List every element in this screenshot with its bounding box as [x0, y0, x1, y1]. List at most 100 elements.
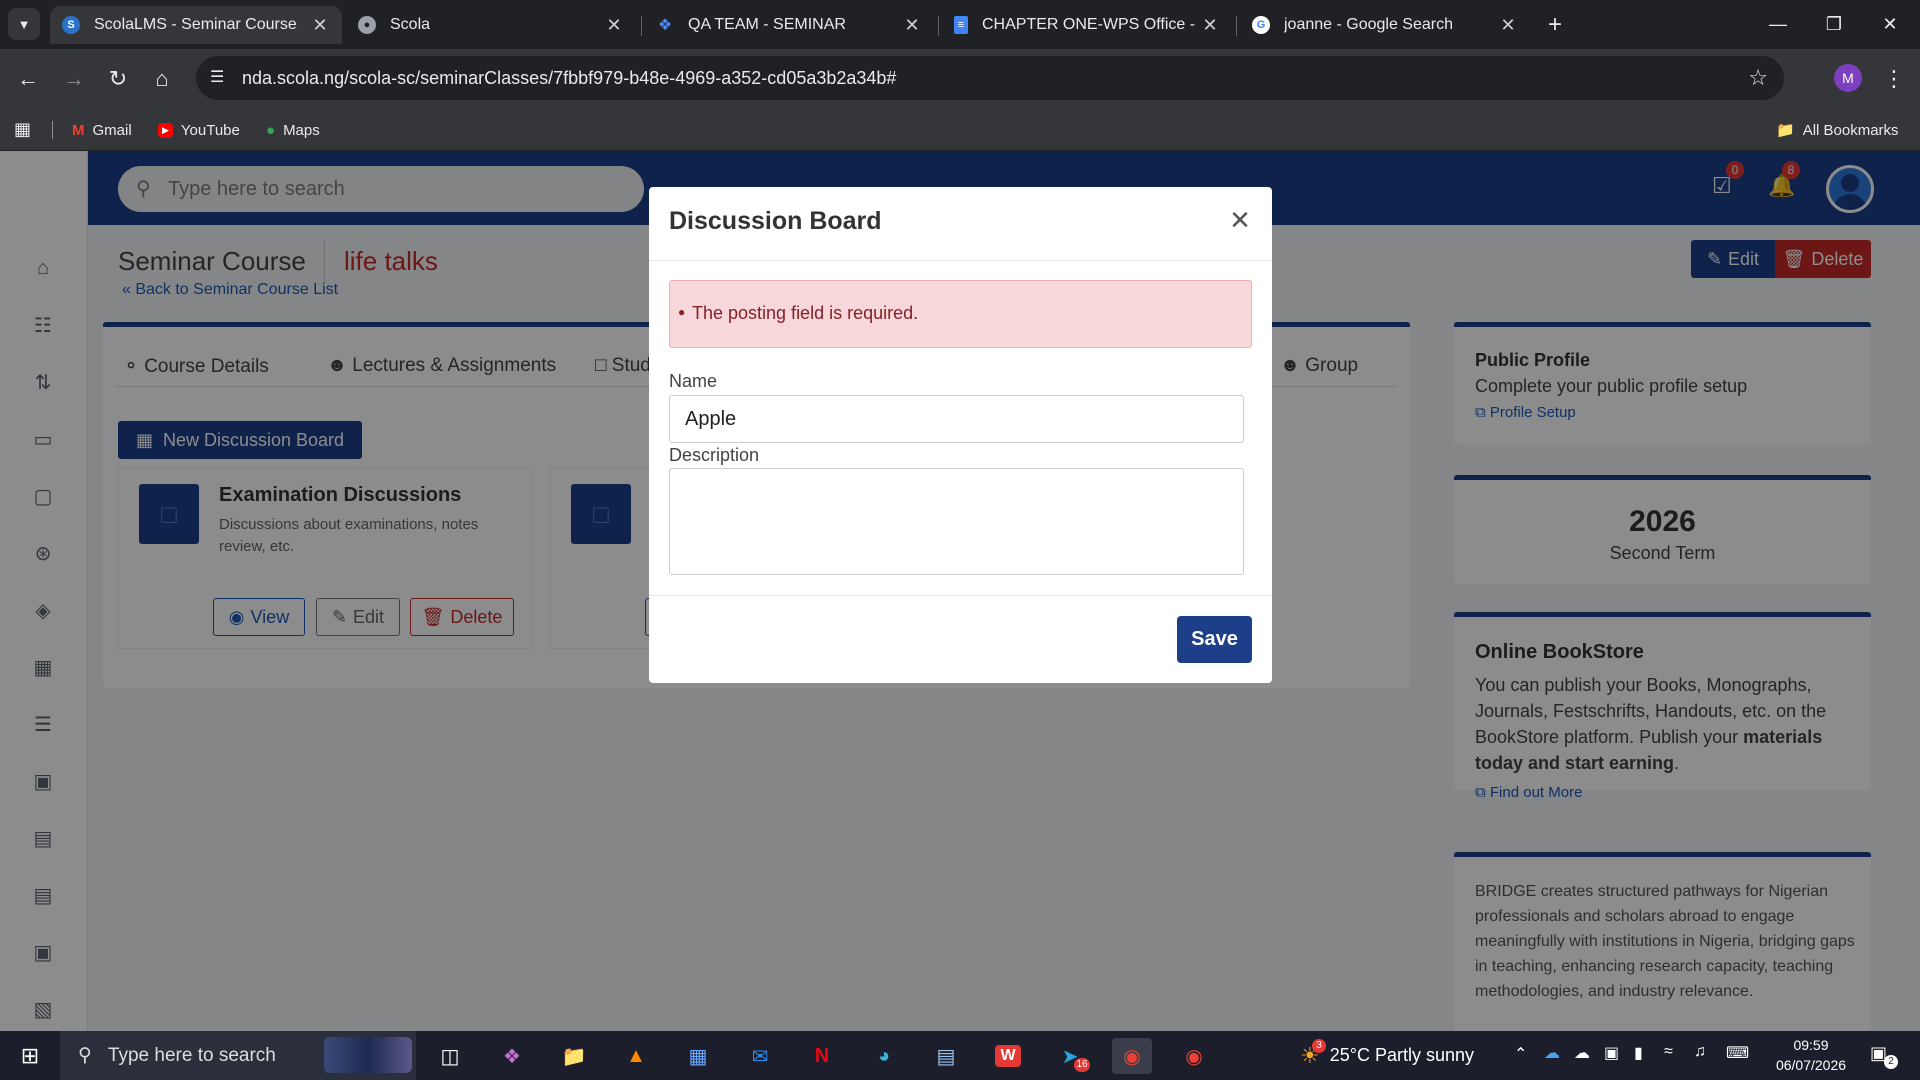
home-icon[interactable]: ⌂	[144, 61, 180, 97]
google-icon: G	[1252, 16, 1270, 34]
tab-search-button[interactable]: ▼	[8, 8, 40, 40]
tab-google-search[interactable]: G joanne - Google Search ✕	[1240, 6, 1530, 44]
search-icon: ⚲	[78, 1045, 92, 1066]
volume-icon[interactable]: ♫	[1694, 1043, 1706, 1061]
tab-divider	[1236, 16, 1237, 36]
close-tab-icon[interactable]: ✕	[604, 15, 624, 36]
cloud-icon[interactable]: ☁	[1574, 1043, 1590, 1063]
all-bookmarks-label: All Bookmarks	[1802, 121, 1899, 139]
close-tab-icon[interactable]: ✕	[310, 15, 330, 36]
close-icon[interactable]: ✕	[1225, 205, 1255, 235]
chrome-icon-active[interactable]: ◉	[1112, 1038, 1152, 1074]
outlook-icon[interactable]: ✉	[740, 1038, 780, 1074]
wps-office-icon[interactable]: W	[988, 1038, 1028, 1074]
all-bookmarks[interactable]: 📁 All Bookmarks	[1776, 117, 1899, 143]
close-window-button[interactable]: ✕	[1860, 0, 1920, 49]
netflix-icon[interactable]: N	[802, 1038, 842, 1074]
vlc-icon[interactable]: ▲	[616, 1038, 656, 1074]
discussion-board-modal: Discussion Board ✕ ● The posting field i…	[649, 187, 1272, 683]
close-tab-icon[interactable]: ✕	[1200, 15, 1220, 36]
chevron-up-icon[interactable]: ⌃	[1514, 1044, 1527, 1064]
tab-scola[interactable]: ● Scola ✕	[346, 6, 636, 44]
tab-title: joanne - Google Search	[1284, 16, 1453, 33]
modal-title: Discussion Board	[669, 207, 882, 235]
name-label: Name	[669, 371, 718, 391]
reload-icon[interactable]: ↻	[100, 61, 136, 97]
bookmarks-bar: ▦ M Gmail ▶ YouTube ● Maps 📁 All Bookmarks	[0, 109, 1920, 151]
onedrive-icon[interactable]: ☁	[1544, 1043, 1560, 1063]
forward-arrow-icon[interactable]: →	[56, 61, 92, 97]
jira-icon: ❖	[657, 17, 673, 34]
meet-icon[interactable]: ▣	[1604, 1043, 1619, 1063]
taskbar-search-placeholder: Type here to search	[107, 1044, 276, 1066]
search-highlight-image	[324, 1037, 412, 1073]
edge-icon[interactable]: ◕	[864, 1038, 904, 1074]
battery-icon[interactable]: ▮	[1634, 1043, 1643, 1063]
browser-tab-strip: ▼ S ScolaLMS - Seminar Course ✕ ● Scola …	[0, 0, 1920, 49]
folder-icon: 📁	[1776, 122, 1795, 139]
name-field[interactable]	[669, 395, 1244, 443]
url-text: nda.scola.ng/scola-sc/seminarClasses/7fb…	[242, 67, 897, 88]
youtube-icon: ▶	[158, 122, 173, 138]
tab-scolalms[interactable]: S ScolaLMS - Seminar Course ✕	[50, 6, 342, 44]
globe-icon: ●	[358, 16, 376, 34]
microsoft-store-icon[interactable]: ▦	[678, 1038, 718, 1074]
close-tab-icon[interactable]: ✕	[902, 15, 922, 36]
task-view-icon[interactable]: ◫	[430, 1038, 470, 1074]
error-bullet-icon: ●	[678, 305, 686, 319]
menu-kebab-icon[interactable]: ⋮	[1876, 61, 1912, 97]
tab-chapter-one[interactable]: ≡ CHAPTER ONE-WPS Office - Go ✕	[942, 6, 1232, 44]
keyboard-icon[interactable]: ⌨	[1726, 1043, 1749, 1063]
modal-footer-divider	[649, 595, 1272, 596]
apps-grid-icon[interactable]: ▦	[14, 119, 31, 140]
bookmark-youtube[interactable]: ▶ YouTube	[158, 117, 240, 143]
bookmark-maps[interactable]: ● Maps	[266, 117, 320, 143]
notification-center-badge: 2	[1884, 1055, 1898, 1069]
minimize-button[interactable]: —	[1748, 0, 1808, 49]
weather-text: 25°C Partly sunny	[1329, 1045, 1474, 1065]
bookmark-gmail[interactable]: M Gmail	[72, 117, 132, 143]
photos-icon[interactable]: ▤	[926, 1038, 966, 1074]
modal-header-divider	[649, 260, 1272, 261]
description-field[interactable]	[669, 468, 1244, 575]
profile-initial: M	[1842, 70, 1854, 86]
profile-avatar[interactable]: M	[1834, 64, 1862, 92]
save-button[interactable]: Save	[1177, 616, 1252, 663]
bookmark-star-icon[interactable]: ☆	[1748, 65, 1768, 91]
maps-pin-icon: ●	[266, 121, 276, 139]
bookmark-label: Maps	[283, 121, 320, 139]
description-label: Description	[669, 445, 760, 465]
tab-qa-team[interactable]: ❖ QA TEAM - SEMINAR ✕	[644, 6, 934, 44]
clock[interactable]: 09:59 06/07/2026	[1766, 1035, 1856, 1075]
windows-taskbar: ⊞ ⚲ Type here to search ◫ ❖ 📁 ▲ ▦ ✉ N ◕ ▤…	[0, 1031, 1920, 1080]
scola-favicon-icon: S	[62, 16, 80, 34]
new-tab-button[interactable]: +	[1540, 10, 1570, 40]
weather-widget[interactable]: ☀ 3 25°C Partly sunny	[1300, 1031, 1474, 1080]
restore-button[interactable]: ❐	[1804, 0, 1864, 49]
bookmarks-divider	[52, 121, 53, 139]
save-label: Save	[1191, 628, 1238, 650]
google-docs-icon: ≡	[954, 16, 968, 34]
windows-start-icon[interactable]: ⊞	[10, 1038, 50, 1074]
partly-sunny-icon: ☀ 3	[1300, 1038, 1326, 1069]
tab-title: ScolaLMS - Seminar Course	[94, 16, 297, 33]
file-explorer-icon[interactable]: 📁	[554, 1038, 594, 1074]
notification-center-icon[interactable]: ▣ 2	[1870, 1043, 1898, 1069]
wifi-icon[interactable]: ≈	[1664, 1043, 1673, 1061]
site-info-icon[interactable]: ☰	[210, 67, 224, 87]
error-alert: ● The posting field is required.	[669, 280, 1252, 348]
telegram-badge: 16	[1074, 1058, 1090, 1072]
back-arrow-icon[interactable]: ←	[10, 61, 46, 97]
chrome-profile-icon[interactable]: ◉	[1174, 1038, 1214, 1074]
taskbar-search[interactable]: ⚲ Type here to search	[60, 1031, 416, 1080]
address-bar[interactable]: ☰ nda.scola.ng/scola-sc/seminarClasses/7…	[196, 56, 1784, 100]
close-tab-icon[interactable]: ✕	[1498, 15, 1518, 36]
tab-title: QA TEAM - SEMINAR	[688, 16, 846, 33]
tab-title: CHAPTER ONE-WPS Office - Go	[982, 16, 1200, 33]
tab-title: Scola	[390, 16, 431, 33]
weather-badge: 3	[1312, 1038, 1326, 1053]
telegram-icon[interactable]: ➤ 16	[1050, 1038, 1090, 1074]
bookmark-label: Gmail	[92, 121, 132, 139]
bookmark-label: YouTube	[180, 121, 240, 139]
copilot-icon[interactable]: ❖	[492, 1038, 532, 1074]
